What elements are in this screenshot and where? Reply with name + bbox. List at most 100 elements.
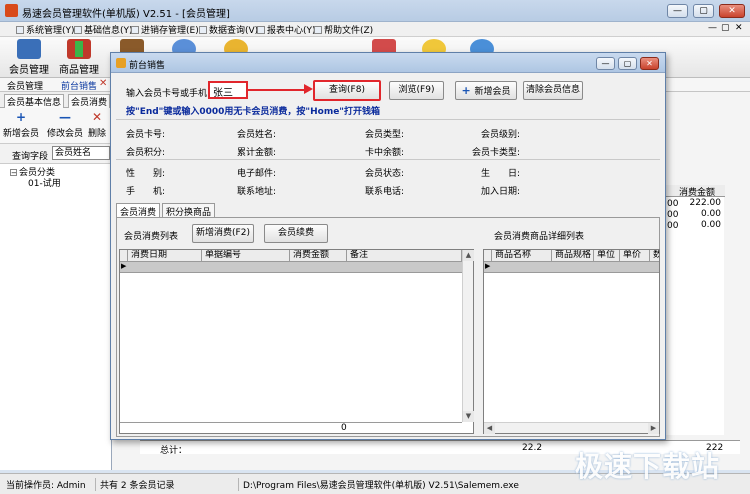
- tab-front-sales[interactable]: 前台销售: [58, 79, 100, 92]
- dialog-title: 前台销售: [129, 61, 166, 71]
- edit-member-tool-label: 修改会员: [46, 129, 83, 139]
- watermark: 极速下载站: [575, 450, 721, 483]
- col-unit[interactable]: 单位: [594, 250, 620, 262]
- detail-row-indicator-header: [484, 250, 492, 262]
- dialog-icon: [116, 58, 126, 68]
- col-remark[interactable]: 备注: [347, 250, 462, 262]
- label-phone: 联系电话:: [365, 187, 405, 197]
- plus-icon: +: [461, 84, 475, 97]
- col-qty[interactable]: 数: [650, 250, 659, 262]
- row-pointer-icon: ▶: [121, 262, 127, 270]
- menu-data-query[interactable]: 数据查询(V): [199, 23, 258, 36]
- dialog-maximize-button[interactable]: ▢: [618, 57, 637, 70]
- label-join-date: 加入日期:: [481, 187, 521, 197]
- label-status: 会员状态:: [365, 169, 405, 179]
- left-panel: 会员基本信息 会员消费 + 新增会员 — 修改会员 ✕ 删除 查询字段 会员姓名 − 会…: [0, 92, 112, 470]
- bg-grid-value-1: 222.00: [689, 198, 722, 208]
- col-goods-spec[interactable]: 商品规格: [552, 250, 594, 262]
- tab-member-basic[interactable]: 会员基本信息: [4, 94, 65, 108]
- consume-grid-row[interactable]: ▶: [120, 262, 462, 273]
- menu-inventory-icon: [131, 26, 139, 34]
- left-toolbar: + 新增会员 — 修改会员 ✕ 删除: [0, 108, 112, 144]
- menu-query-label: 数据查询(V): [209, 26, 259, 36]
- tab-member-consume[interactable]: 会员消费: [68, 94, 111, 108]
- bg-left-value-1: 00: [667, 199, 679, 209]
- member-manage-button[interactable]: 会员管理: [5, 39, 53, 77]
- bg-left-value-2: 00: [667, 210, 679, 220]
- app-icon: [5, 4, 18, 17]
- member-category-tree: − 会员分类 01-试用: [10, 168, 61, 190]
- col-date[interactable]: 消费日期: [128, 250, 202, 262]
- edit-member-tool[interactable]: — 修改会员: [46, 111, 84, 139]
- label-member-level: 会员级别:: [481, 130, 521, 140]
- menu-inventory-label: 进销存管理(E): [141, 26, 199, 36]
- status-path: D:\Program Files\易速会员管理软件(单机版) V2.51\Sal…: [238, 478, 519, 491]
- col-doc-no[interactable]: 单据编号: [202, 250, 290, 262]
- menu-basic-icon: [74, 26, 82, 34]
- add-member-tool[interactable]: + 新增会员: [2, 111, 40, 139]
- renew-button[interactable]: 会员续费: [264, 224, 328, 243]
- detail-grid: 商品名称 商品规格 单位 单价 数 ▶ ◀ ▶: [483, 249, 660, 434]
- tab-close-icon[interactable]: ✕: [99, 78, 107, 89]
- tree-child[interactable]: 01-试用: [10, 179, 61, 190]
- new-consume-button[interactable]: 新增消费(F2): [192, 224, 254, 243]
- menu-system[interactable]: 系统管理(Y): [16, 23, 75, 36]
- label-card-balance: 卡中余额:: [365, 148, 405, 158]
- clear-member-button[interactable]: 清除会员信息: [523, 81, 583, 100]
- detail-grid-hscroll[interactable]: ◀ ▶: [484, 422, 659, 434]
- label-card-type: 会员卡类型:: [472, 148, 521, 158]
- minimize-button[interactable]: —: [667, 4, 688, 18]
- menu-inventory[interactable]: 进销存管理(E): [131, 23, 199, 36]
- query-button[interactable]: 查询(F8): [313, 80, 381, 101]
- consume-total: 0: [341, 423, 347, 433]
- menu-system-icon: [16, 26, 24, 34]
- hint-text: 按"End"键或输入0000用无卡会员消费，按"Home"打开钱箱: [126, 107, 381, 117]
- bg-left-value-3: 00: [667, 221, 679, 231]
- maximize-button[interactable]: ▢: [693, 4, 714, 18]
- red-arrow-line: [248, 89, 308, 91]
- tree-root-label: 会员分类: [19, 168, 56, 178]
- consume-grid-vscroll[interactable]: ▲ ▼: [462, 250, 474, 422]
- divider: [116, 119, 660, 120]
- menu-help-icon: [314, 26, 322, 34]
- col-price[interactable]: 单价: [620, 250, 650, 262]
- mdi-restore[interactable]: ▢: [721, 23, 730, 33]
- scroll-left-icon[interactable]: ◀: [484, 423, 495, 434]
- menu-help[interactable]: 帮助文件(Z): [314, 23, 373, 36]
- mdi-close[interactable]: ✕: [735, 23, 743, 33]
- scroll-right-icon[interactable]: ▶: [648, 423, 659, 434]
- close-button[interactable]: ✕: [719, 4, 745, 18]
- mdi-minimize[interactable]: —: [708, 23, 717, 33]
- detail-grid-row[interactable]: ▶: [484, 262, 659, 273]
- menu-help-label: 帮助文件(Z): [324, 26, 374, 36]
- add-member-button[interactable]: + 新增会员: [455, 81, 517, 100]
- label-member-name: 会员姓名:: [237, 130, 277, 140]
- card-input[interactable]: 张三: [208, 81, 248, 99]
- menu-system-label: 系统管理(Y): [26, 26, 75, 36]
- browse-button[interactable]: 浏览(F9): [389, 81, 444, 100]
- menu-reports[interactable]: 报表中心(Y): [257, 23, 316, 36]
- menu-basic-info[interactable]: 基础信息(Y): [74, 23, 133, 36]
- search-field-label: 查询字段: [12, 152, 49, 162]
- search-field-select[interactable]: 会员姓名: [52, 146, 110, 160]
- tree-root[interactable]: − 会员分类: [10, 168, 61, 179]
- divider-2: [116, 159, 660, 160]
- dialog-minimize-button[interactable]: —: [596, 57, 615, 70]
- goods-manage-button[interactable]: 商品管理: [55, 39, 103, 77]
- label-total-amount: 累计金额:: [237, 148, 277, 158]
- scroll-down-icon[interactable]: ▼: [463, 411, 474, 422]
- label-gender: 性 别:: [126, 169, 166, 179]
- col-goods-name[interactable]: 商品名称: [492, 250, 552, 262]
- tab-member-manage[interactable]: 会员管理: [4, 79, 46, 92]
- scroll-up-icon[interactable]: ▲: [463, 250, 474, 261]
- menu-reports-label: 报表中心(Y): [267, 26, 316, 36]
- dialog-close-button[interactable]: ✕: [640, 57, 659, 70]
- menubar: 系统管理(Y) 基础信息(Y) 进销存管理(E) 数据查询(V) 报表中心(Y)…: [0, 22, 750, 37]
- dialog-titlebar: 前台销售 — ▢ ✕: [111, 53, 665, 73]
- row-indicator-header: [120, 250, 128, 262]
- delete-member-tool[interactable]: ✕ 删除: [84, 111, 110, 139]
- col-amount[interactable]: 消费金额: [290, 250, 347, 262]
- label-points: 会员积分:: [126, 148, 166, 158]
- collapse-icon[interactable]: −: [10, 169, 17, 177]
- consume-list-label: 会员消费列表: [124, 232, 179, 242]
